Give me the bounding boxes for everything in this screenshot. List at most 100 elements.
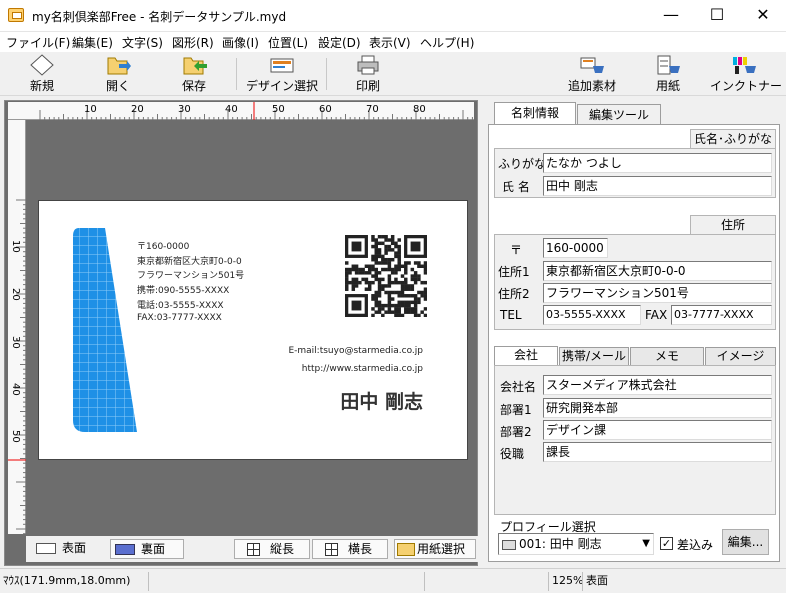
print-button[interactable]: 印刷 xyxy=(346,54,390,94)
canvas-bottom-bar: 表面 裏面 縦長 横長 用紙選択 xyxy=(26,536,478,562)
name-label: 氏 名 xyxy=(502,180,530,194)
front-side-button[interactable]: 表面 xyxy=(32,539,108,559)
save-folder-icon xyxy=(183,57,207,75)
tel-label: TEL xyxy=(500,308,522,322)
ink-cartridge-icon xyxy=(733,57,756,74)
status-empty-1 xyxy=(148,572,424,591)
tab-image[interactable]: イメージ xyxy=(705,347,776,365)
zip-input[interactable]: 160-0000 xyxy=(543,238,608,258)
back-label: 裏面 xyxy=(141,542,166,556)
maximize-button[interactable]: ☐ xyxy=(694,0,740,32)
new-button[interactable]: 新規 xyxy=(20,54,64,94)
company-input[interactable]: スターメディア株式会社 xyxy=(543,375,772,395)
address1-input[interactable]: 東京都新宿区大京町0-0-0 xyxy=(543,261,772,281)
paper-button[interactable]: 用紙 xyxy=(646,54,690,94)
tab-edit-tools[interactable]: 編集ツール xyxy=(577,104,661,126)
menu-text[interactable]: 文字(S) xyxy=(122,34,163,51)
ruler-label: 30 xyxy=(10,336,21,349)
portrait-label: 縦長 xyxy=(270,542,295,556)
ink-toner-button[interactable]: インクトナー xyxy=(710,54,783,94)
dept1-input[interactable]: 研究開発本部 xyxy=(543,398,772,418)
profile-select[interactable]: 001: 田中 剛志 ▼ xyxy=(498,533,654,555)
landscape-label: 横長 xyxy=(348,542,373,556)
paper-icon xyxy=(657,55,680,75)
vertical-ruler: 10 20 30 40 50 xyxy=(8,120,26,534)
open-label: 開く xyxy=(105,79,130,93)
tel-input[interactable]: 03-5555-XXXX xyxy=(543,305,641,325)
card-front-icon xyxy=(36,543,56,554)
tab-memo[interactable]: メモ xyxy=(630,347,704,365)
open-button[interactable]: 開く xyxy=(96,54,140,94)
window-title: my名刺倶楽部Free - 名刺データサンプル.myd xyxy=(32,10,287,24)
menu-file[interactable]: ファイル(F) xyxy=(6,34,70,51)
landscape-grid-icon xyxy=(325,543,338,556)
furigana-input[interactable]: たなか つよし xyxy=(543,153,772,173)
dept2-input[interactable]: デザイン課 xyxy=(543,420,772,440)
profile-select-value: 001: 田中 剛志 xyxy=(519,537,602,551)
addons-button[interactable]: 追加素材 xyxy=(564,54,620,94)
job-title-input[interactable]: 課長 xyxy=(543,442,772,462)
accent-grid-shape xyxy=(73,228,137,432)
ruler-label: 70 xyxy=(366,104,379,115)
ruler-ticks xyxy=(8,199,26,534)
zip-label: 〒 xyxy=(510,243,523,257)
ruler-label: 40 xyxy=(225,104,238,115)
paper-select-label: 用紙選択 xyxy=(417,542,466,556)
menu-view[interactable]: 表示(V) xyxy=(369,34,411,51)
close-button[interactable]: ✕ xyxy=(740,0,786,32)
address2-input[interactable]: フラワーマンション501号 xyxy=(543,283,772,303)
fax-input[interactable]: 03-7777-XXXX xyxy=(671,305,772,325)
save-button[interactable]: 保存 xyxy=(172,54,216,94)
dept1-label: 部署1 xyxy=(500,403,532,417)
tab-company[interactable]: 会社 xyxy=(494,346,558,365)
insert-checkbox[interactable]: ✓ xyxy=(660,537,673,550)
open-folder-icon xyxy=(107,57,131,75)
card-name: 田中 剛志 xyxy=(340,391,423,413)
menu-help[interactable]: ヘルプ(H) xyxy=(420,34,474,51)
edit-profile-button[interactable]: 編集... xyxy=(722,529,769,555)
menu-settings[interactable]: 設定(D) xyxy=(318,34,361,51)
new-label: 新規 xyxy=(29,79,54,93)
card-tel: 電話:03-5555-XXXX xyxy=(137,301,224,311)
card-back-icon xyxy=(115,544,135,555)
ruler-label: 30 xyxy=(178,104,191,115)
tab-card-info[interactable]: 名刺情報 xyxy=(494,102,576,124)
landscape-button[interactable]: 横長 xyxy=(312,539,388,559)
properties-panel: 名刺情報 編集ツール 氏名･ふりがな ふりがな たなか つよし 氏 名 田中 剛… xyxy=(486,96,786,568)
menu-edit[interactable]: 編集(E) xyxy=(72,34,113,51)
ruler-label: 10 xyxy=(84,104,97,115)
paper-select-button[interactable]: 用紙選択 xyxy=(394,539,476,559)
printer-icon xyxy=(357,55,379,75)
chevron-down-icon: ▼ xyxy=(642,538,650,549)
name-input[interactable]: 田中 剛志 xyxy=(543,176,772,196)
card-fax: FAX:03-7777-XXXX xyxy=(137,313,222,323)
menu-position[interactable]: 位置(L) xyxy=(268,34,308,51)
ruler-label: 60 xyxy=(319,104,332,115)
front-label: 表面 xyxy=(62,541,87,555)
menu-bar: ファイル(F) 編集(E) 文字(S) 図形(R) 画像(I) 位置(L) 設定… xyxy=(0,32,786,52)
portrait-button[interactable]: 縦長 xyxy=(234,539,310,559)
addons-icon xyxy=(580,57,604,73)
title-bar: my名刺倶楽部Free - 名刺データサンプル.myd — ☐ ✕ xyxy=(0,0,786,32)
insert-label: 差込み xyxy=(677,538,714,552)
zoom-level: 125% xyxy=(548,572,583,591)
back-side-button[interactable]: 裏面 xyxy=(110,539,184,559)
minimize-button[interactable]: — xyxy=(648,0,694,32)
new-document-icon xyxy=(30,54,54,76)
card-email: E-mail:tsuyo@starmedia.co.jp xyxy=(288,346,423,356)
menu-image[interactable]: 画像(I) xyxy=(222,34,259,51)
fax-label: FAX xyxy=(645,308,668,322)
design-card-icon xyxy=(270,58,294,73)
ruler-ticks xyxy=(39,102,473,120)
tab-mobile-mail[interactable]: 携帯/メール xyxy=(559,347,629,365)
menu-shape[interactable]: 図形(R) xyxy=(172,34,214,51)
paper-select-icon xyxy=(397,543,415,556)
address2-label: 住所2 xyxy=(498,287,530,301)
design-select-button[interactable]: デザイン選択 xyxy=(244,54,320,94)
card-address-2: フラワーマンション501号 xyxy=(137,271,245,281)
card-zip: 〒160-0000 xyxy=(137,242,190,252)
business-card[interactable]: 〒160-0000 東京都新宿区大京町0-0-0 フラワーマンション501号 携… xyxy=(38,200,468,460)
status-empty-2 xyxy=(424,572,486,591)
job-title-label: 役職 xyxy=(500,447,525,461)
ink-label: インクトナー xyxy=(710,79,783,93)
